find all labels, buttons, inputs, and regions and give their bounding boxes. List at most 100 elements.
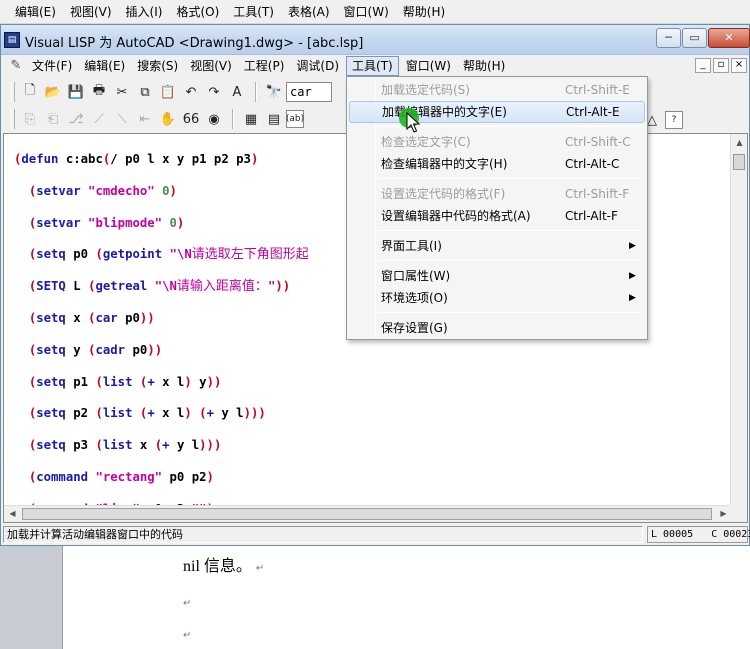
menu-item-load-editor-text[interactable]: 加载编辑器中的文字(E) Ctrl-Alt-E: [349, 101, 645, 123]
menu-item-shortcut: Ctrl-Alt-C: [565, 157, 620, 171]
host-menu-table[interactable]: 表格(A): [281, 2, 337, 22]
save-icon[interactable]: 💾: [65, 81, 87, 103]
scroll-left-icon[interactable]: ◀: [4, 506, 21, 522]
vlisp-app-icon[interactable]: ▤: [4, 32, 20, 48]
menu-item-interface-tools[interactable]: 界面工具(I) ▶: [349, 235, 645, 257]
code-line: (SETQ L (getreal "\N请输入距离值：")): [28, 279, 291, 295]
menu-item-label: 设置编辑器中代码的格式(A): [381, 209, 531, 223]
symbol-box-icon[interactable]: (ab): [286, 110, 304, 128]
menu-separator: [377, 178, 643, 179]
copy-icon[interactable]: ⧉: [134, 81, 156, 103]
submenu-arrow-icon: ▶: [629, 293, 636, 303]
host-menu-help[interactable]: 帮助(H): [396, 2, 452, 22]
undo-icon[interactable]: ↶: [180, 81, 202, 103]
find-binoculars-icon[interactable]: 🔭: [263, 81, 285, 103]
horizontal-scroll-thumb[interactable]: [22, 508, 712, 520]
menu-item-label: 窗口属性(W): [381, 269, 451, 283]
menu-item-label: 检查选定文字(C): [381, 135, 471, 149]
document-page[interactable]: nil 信息。 ↵ ↵ ↵: [62, 546, 750, 649]
cut-icon[interactable]: ✂: [111, 81, 133, 103]
menu-search[interactable]: 搜索(S): [132, 56, 183, 76]
host-menu-format[interactable]: 格式(O): [169, 2, 226, 22]
title-bar[interactable]: ▤ Visual LISP 为 AutoCAD <Drawing1.dwg> -…: [1, 25, 750, 55]
complete-word-icon[interactable]: A: [226, 81, 248, 103]
redo-icon[interactable]: ↷: [203, 81, 225, 103]
hand-tool-icon[interactable]: ✋: [157, 108, 179, 130]
menu-project[interactable]: 工程(P): [239, 56, 290, 76]
mdi-controls: _ ▫ ×: [695, 58, 747, 73]
search-input[interactable]: [286, 82, 332, 102]
menu-item-save-settings[interactable]: 保存设置(G): [349, 317, 645, 339]
menu-file[interactable]: 文件(F): [27, 56, 77, 76]
tools-dropdown-menu: 加载选定代码(S) Ctrl-Shift-E 加载编辑器中的文字(E) Ctrl…: [346, 76, 648, 340]
menu-item-check-editor-text[interactable]: 检查编辑器中的文字(H) Ctrl-Alt-C: [349, 153, 645, 175]
new-file-icon[interactable]: 🗋: [19, 81, 41, 103]
menu-item-environment-options[interactable]: 环境选项(O) ▶: [349, 287, 645, 309]
document-text: nil 信息。 ↵: [183, 558, 265, 575]
menu-item-label: 保存设置(G): [381, 321, 448, 335]
print-icon[interactable]: 🖶: [88, 81, 110, 103]
open-folder-icon[interactable]: 📂: [42, 81, 64, 103]
host-menu-tools[interactable]: 工具(T): [226, 2, 281, 22]
menu-debug[interactable]: 调试(D): [291, 56, 344, 76]
vertical-scrollbar[interactable]: ▲: [730, 134, 747, 507]
menu-tools[interactable]: 工具(T): [346, 56, 399, 76]
paste-icon[interactable]: 📋: [157, 81, 179, 103]
indent-icon[interactable]: ⟋: [88, 108, 110, 130]
toolbar-separator: [255, 82, 257, 102]
paragraph-mark: ↵: [255, 563, 265, 574]
check-window-icon[interactable]: ▤: [263, 108, 285, 130]
watch-icon[interactable]: 66: [180, 108, 202, 130]
vertical-scroll-thumb[interactable]: [733, 154, 745, 170]
menu-edit[interactable]: 编辑(E): [79, 56, 130, 76]
maximize-button[interactable]: ▭: [682, 28, 707, 48]
minimize-button[interactable]: ─: [656, 28, 681, 48]
code-text[interactable]: (defun c:abc(/ p0 l x y p1 p2 p3) (setva…: [14, 136, 309, 522]
menu-item-format-selection[interactable]: 设置选定代码的格式(F) Ctrl-Shift-F: [349, 183, 645, 205]
menu-separator: [377, 230, 643, 231]
menu-item-label: 界面工具(I): [381, 239, 442, 253]
menu-item-format-editor-code[interactable]: 设置编辑器中代码的格式(A) Ctrl-Alt-F: [349, 205, 645, 227]
load-window-icon[interactable]: ▦: [240, 108, 262, 130]
lisp-doc-icon[interactable]: ✎: [5, 56, 27, 76]
close-button[interactable]: ✕: [708, 28, 750, 48]
comment-icon[interactable]: ⎇: [65, 108, 87, 130]
mdi-close-button[interactable]: ×: [731, 58, 747, 73]
toolbar-grip[interactable]: [11, 82, 15, 102]
toolbar-grip[interactable]: [11, 109, 15, 129]
menu-help[interactable]: 帮助(H): [458, 56, 510, 76]
host-menu-insert[interactable]: 插入(I): [119, 2, 170, 22]
menu-item-shortcut: Ctrl-Shift-F: [565, 187, 630, 201]
menu-item-label: 加载选定代码(S): [381, 83, 470, 97]
menu-item-window-attributes[interactable]: 窗口属性(W) ▶: [349, 265, 645, 287]
code-line: (setq p0 (getpoint "\N请选取左下角图形起: [28, 247, 309, 263]
host-menu-view[interactable]: 视图(V): [63, 2, 119, 22]
mdi-minimize-button[interactable]: _: [695, 58, 711, 73]
mdi-restore-button[interactable]: ▫: [713, 58, 729, 73]
code-line: (setvar "blipmode" 0): [28, 215, 185, 230]
menu-item-load-selection[interactable]: 加载选定代码(S) Ctrl-Shift-E: [349, 79, 645, 101]
load-selection-icon[interactable]: ⎘: [19, 108, 41, 130]
unindent-icon[interactable]: ⟍: [111, 108, 133, 130]
help-icon[interactable]: ?: [665, 111, 683, 129]
tools-toolbar: ⎘ ⎗ ⎇ ⟋ ⟍ ⇤ ✋ 66 ◉ ▦ ▤ (ab): [5, 106, 305, 132]
code-line: (defun c:abc(/ p0 l x y p1 p2 p3): [14, 151, 259, 166]
format-icon[interactable]: ⇤: [134, 108, 156, 130]
scroll-up-icon[interactable]: ▲: [731, 134, 747, 151]
submenu-arrow-icon: ▶: [629, 241, 636, 251]
breakpoint-icon[interactable]: ◉: [203, 108, 225, 130]
host-menu-window[interactable]: 窗口(W): [337, 2, 396, 22]
menu-item-check-selection[interactable]: 检查选定文字(C) Ctrl-Shift-C: [349, 131, 645, 153]
code-line: (command "rectang" p0 p2): [28, 470, 214, 485]
menu-separator: [377, 312, 643, 313]
cursor-position: L 00005 C 00023: [647, 526, 750, 543]
code-line: (setq x (car p0)): [28, 310, 155, 325]
host-menu-edit[interactable]: 编辑(E): [8, 2, 63, 22]
menu-item-shortcut: Ctrl-Shift-E: [565, 83, 630, 97]
check-selection-icon[interactable]: ⎗: [42, 108, 64, 130]
horizontal-scrollbar[interactable]: ◀ ▶: [4, 505, 732, 522]
scroll-corner: [730, 505, 747, 522]
menu-view[interactable]: 视图(V): [185, 56, 237, 76]
mouse-pointer-icon: [406, 112, 420, 133]
menu-window[interactable]: 窗口(W): [401, 56, 456, 76]
